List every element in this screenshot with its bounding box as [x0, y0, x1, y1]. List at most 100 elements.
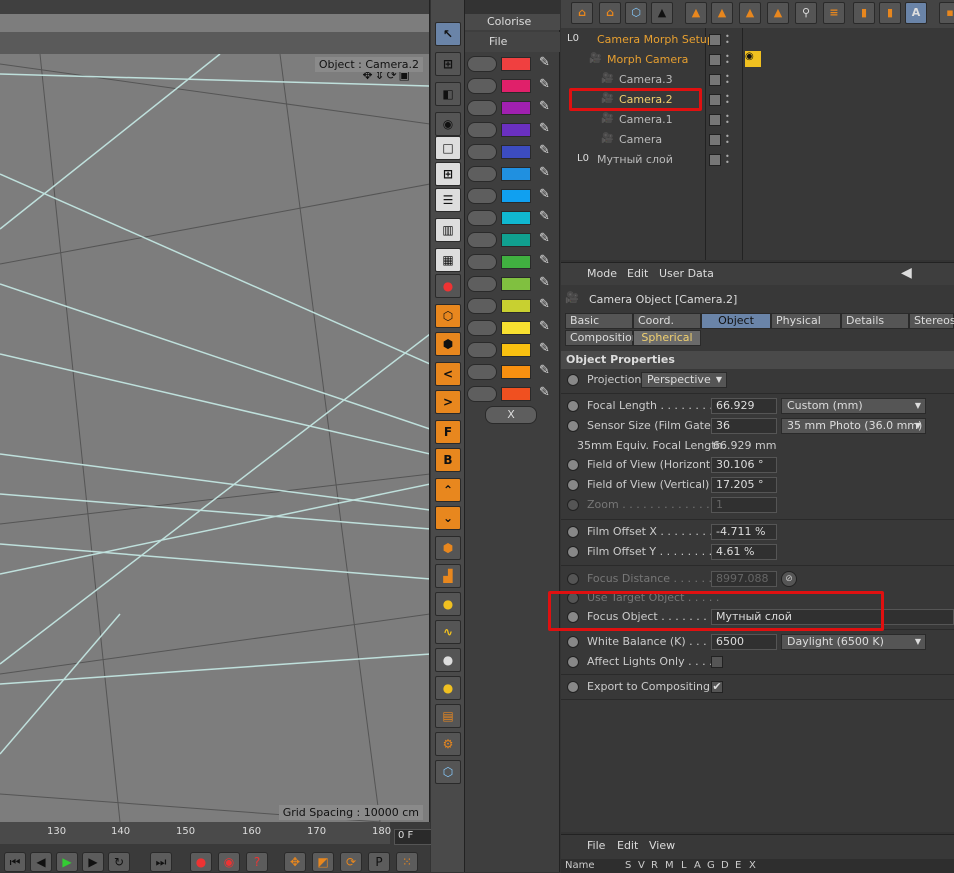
menu-user-data[interactable]: User Data [659, 267, 714, 280]
autokey-icon[interactable]: ◉ [218, 852, 240, 872]
front-icon[interactable]: F [435, 420, 461, 444]
col-r[interactable]: R [651, 860, 658, 871]
dots[interactable]: • • [725, 33, 733, 47]
anim-radio[interactable] [567, 526, 579, 538]
view-horizontal-icon[interactable]: ☰ [435, 188, 461, 212]
color-swatch[interactable] [501, 189, 531, 203]
visibility-toggle[interactable] [709, 134, 721, 146]
dots[interactable]: • • [725, 93, 733, 107]
bars-icon[interactable]: ▮ [853, 2, 875, 24]
eyedropper-icon[interactable]: ✎ [539, 319, 550, 334]
fov-v-field[interactable]: 17.205 ° [711, 477, 777, 493]
go-start-icon[interactable]: ⏮ [4, 852, 26, 872]
color-swatch[interactable] [501, 365, 531, 379]
layer-menu-view[interactable]: View [649, 839, 675, 852]
eyedropper-icon[interactable]: ✎ [539, 187, 550, 202]
object-row[interactable]: L0 Camera Morph Setup • • [561, 30, 954, 50]
white-balance-preset[interactable]: Daylight (6500 K) [781, 634, 926, 650]
anim-radio[interactable] [567, 420, 579, 432]
visibility-toggle[interactable] [709, 114, 721, 126]
colorise-toggle[interactable] [467, 188, 497, 204]
fov-h-field[interactable]: 30.106 ° [711, 457, 777, 473]
sensor-field[interactable]: 36 [711, 418, 777, 434]
dots[interactable]: • • [725, 73, 733, 87]
tab-composition[interactable]: Composition [565, 330, 639, 346]
col-g[interactable]: G [707, 860, 715, 871]
object-mode-icon[interactable]: ⬢ [435, 332, 461, 356]
morph-tag-icon[interactable]: ◉ [745, 51, 761, 67]
eyedropper-icon[interactable]: ✎ [539, 165, 550, 180]
anim-radio[interactable] [567, 374, 579, 386]
anim-radio[interactable] [567, 546, 579, 558]
anim-radio[interactable] [567, 479, 579, 491]
dots[interactable]: • • [725, 133, 733, 147]
projection-dropdown[interactable]: Perspective [641, 372, 727, 388]
colorise-toggle[interactable] [467, 122, 497, 138]
cube-select-icon[interactable]: ⬡ [625, 2, 647, 24]
back-icon[interactable]: B [435, 448, 461, 472]
visibility-toggle[interactable] [709, 74, 721, 86]
view-quad-icon[interactable]: ⊞ [435, 162, 461, 186]
colorise-toggle[interactable] [467, 276, 497, 292]
color-swatch[interactable] [501, 123, 531, 137]
eyedropper-icon[interactable]: ✎ [539, 341, 550, 356]
object-row[interactable]: 🎥 Morph Camera • • ◉ [561, 50, 954, 70]
bar-icon[interactable]: ▟ [435, 564, 461, 588]
anim-radio[interactable] [567, 459, 579, 471]
visibility-toggle[interactable] [709, 94, 721, 106]
focus-distance-field[interactable]: 8997.088 [711, 571, 777, 587]
colorise-toggle[interactable] [467, 144, 497, 160]
dots[interactable]: • • [725, 153, 733, 167]
extra-icon[interactable]: ▪ [939, 2, 954, 24]
view-vertical-icon[interactable]: ▥ [435, 218, 461, 242]
arrow-right-icon[interactable]: > [435, 390, 461, 414]
layer-menu-file[interactable]: File [587, 839, 605, 852]
anim-radio[interactable] [567, 636, 579, 648]
anim-radio[interactable] [567, 573, 579, 585]
color-swatch[interactable] [501, 167, 531, 181]
tab-spherical[interactable]: Spherical [633, 330, 701, 346]
arrow-down-icon[interactable]: ⌄ [435, 506, 461, 530]
anim-radio[interactable] [567, 499, 579, 511]
focal-length-preset[interactable]: Custom (mm) [781, 398, 926, 414]
white-balance-field[interactable]: 6500 [711, 634, 777, 650]
xyz-icon[interactable]: ● [435, 592, 461, 616]
texture-tool-icon[interactable]: ⊞ [435, 52, 461, 76]
cube-icon[interactable]: ⬢ [435, 536, 461, 560]
col-a[interactable]: A [694, 860, 701, 871]
cone-minus-icon[interactable]: ▲ [685, 2, 707, 24]
colorise-toggle[interactable] [467, 364, 497, 380]
color-swatch[interactable] [501, 321, 531, 335]
sort-az-icon[interactable]: A [905, 2, 927, 24]
step-back-icon[interactable]: ◀ [30, 852, 52, 872]
dots[interactable]: • • [725, 113, 733, 127]
color-swatch[interactable] [501, 145, 531, 159]
col-v[interactable]: V [638, 860, 645, 871]
colorise-toggle[interactable] [467, 298, 497, 314]
anim-radio[interactable] [567, 400, 579, 412]
col-m[interactable]: M [665, 860, 674, 871]
pick-distance-icon[interactable]: ⊘ [781, 571, 797, 587]
colorise-file-menu[interactable]: File [465, 32, 560, 52]
eyedropper-icon[interactable]: ✎ [539, 297, 550, 312]
move-key-icon[interactable]: ✥ [284, 852, 306, 872]
menu-mode[interactable]: Mode [587, 267, 617, 280]
colorise-toggle[interactable] [467, 78, 497, 94]
zoom-field[interactable]: 1 [711, 497, 777, 513]
view-layout-icon[interactable]: ▦ [435, 248, 461, 272]
align-icon[interactable]: ▤ [435, 704, 461, 728]
pla-key-icon[interactable]: ⁙ [396, 852, 418, 872]
eyedropper-icon[interactable]: ✎ [539, 209, 550, 224]
cone-minus2-icon[interactable]: ▲ [767, 2, 789, 24]
scale-key-icon[interactable]: ◩ [312, 852, 334, 872]
3d-viewport[interactable]: ✥⇕⟳▣ Object : Camera.2 Grid Spacing: 10… [0, 0, 430, 822]
color-swatch[interactable] [501, 299, 531, 313]
tab-basic[interactable]: Basic [565, 313, 633, 329]
param-key-icon[interactable]: P [368, 852, 390, 872]
colorise-toggle[interactable] [467, 166, 497, 182]
object-row[interactable]: L0 Мутный слой • • [561, 150, 954, 170]
color-swatch[interactable] [501, 343, 531, 357]
color-swatch[interactable] [501, 101, 531, 115]
colorise-toggle[interactable] [467, 342, 497, 358]
visibility-toggle[interactable] [709, 154, 721, 166]
